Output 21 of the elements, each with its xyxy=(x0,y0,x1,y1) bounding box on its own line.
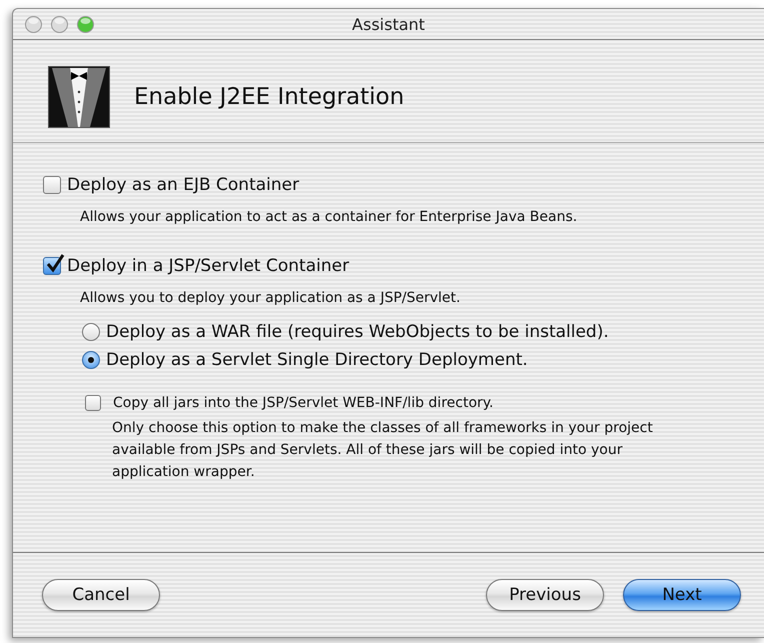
option-description: Only choose this option to make the classes of all frameworks in your project available from JSPs and Servlets. All of these jars will be copied into your application wrapper. xyxy=(112,419,654,482)
dialog-button[interactable]: Next xyxy=(623,579,741,611)
minimize-icon[interactable] xyxy=(51,16,68,32)
tuxedo-icon xyxy=(48,66,110,128)
radio-button[interactable] xyxy=(82,323,100,341)
checkbox[interactable] xyxy=(43,176,61,194)
checkbox-label[interactable]: Copy all jars into the JSP/Servlet WEB-INF/lib directory. xyxy=(113,395,494,411)
radio-label[interactable]: Deploy as a Servlet Single Directory Deployment. xyxy=(106,350,528,370)
checkbox-label[interactable]: Deploy in a JSP/Servlet Container xyxy=(67,256,350,276)
dialog-button[interactable]: Previous xyxy=(486,579,604,611)
radio-label[interactable]: Deploy as a WAR file (requires WebObjects to be installed). xyxy=(106,322,609,342)
zoom-icon[interactable] xyxy=(77,16,94,32)
dialog-button[interactable]: Cancel xyxy=(42,579,160,611)
radio-button[interactable] xyxy=(82,351,100,369)
window-title: Assistant xyxy=(352,14,425,34)
close-icon[interactable] xyxy=(25,16,42,32)
option-description: Allows your application to act as a container for Enterprise Java Beans. xyxy=(80,209,578,225)
page-title: Enable J2EE Integration xyxy=(134,84,404,110)
checkbox[interactable] xyxy=(85,395,101,411)
checkbox-label[interactable]: Deploy as an EJB Container xyxy=(67,175,300,195)
option-description: Allows you to deploy your application as a JSP/Servlet. xyxy=(80,290,462,306)
